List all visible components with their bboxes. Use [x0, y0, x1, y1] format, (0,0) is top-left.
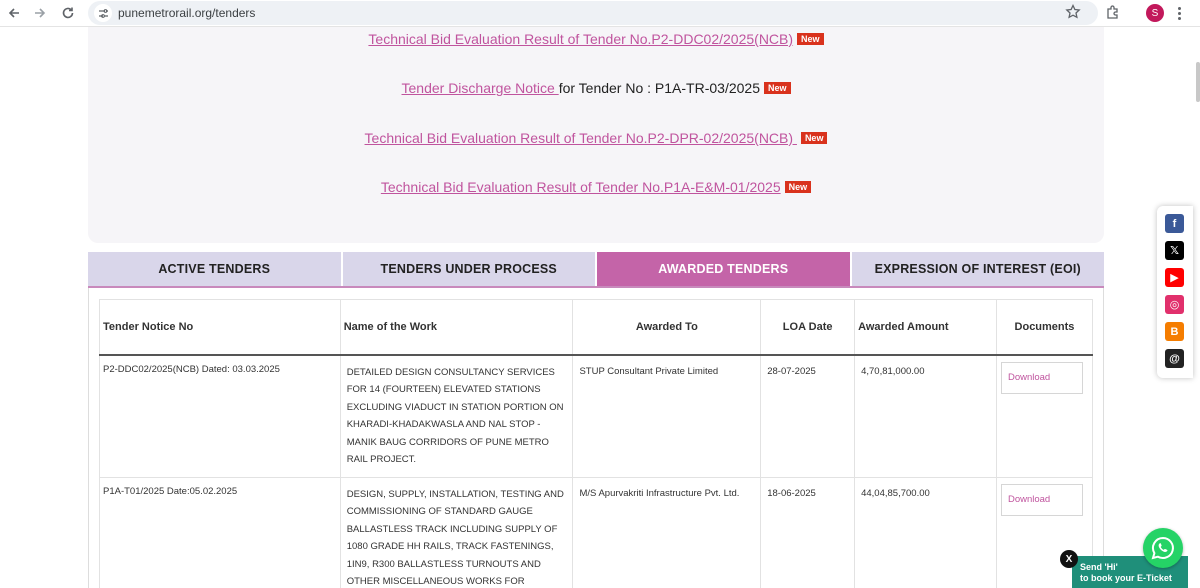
whatsapp-close-button[interactable]: X: [1060, 550, 1078, 568]
awarded-tenders-table: Tender Notice No Name of the Work Awarde…: [99, 299, 1094, 588]
x-twitter-icon[interactable]: 𝕏: [1165, 241, 1184, 260]
new-badge: New: [800, 132, 828, 144]
browser-toolbar: punemetrorail.org/tenders S: [0, 0, 1200, 27]
whatsapp-icon[interactable]: [1143, 528, 1183, 568]
profile-avatar[interactable]: S: [1146, 4, 1164, 22]
youtube-icon[interactable]: ▶: [1165, 268, 1184, 287]
notice-item: Technical Bid Evaluation Result of Tende…: [88, 31, 1104, 47]
notice-link[interactable]: Technical Bid Evaluation Result of Tende…: [381, 179, 781, 195]
download-button[interactable]: Download: [1000, 483, 1083, 516]
header-name-of-work: Name of the Work: [339, 299, 574, 356]
table-row: P2-DDC02/2025(NCB) Dated: 03.03.2025 DET…: [99, 354, 1094, 478]
latest-notices-panel: Technical Bid Evaluation Result of Tende…: [88, 27, 1104, 243]
new-badge: New: [784, 181, 812, 193]
cell-tender-notice: P1A-T01/2025 Date:05.02.2025: [99, 476, 341, 588]
cell-awarded-amount: 44,04,85,700.00: [854, 476, 997, 588]
header-loa-date: LOA Date: [760, 299, 856, 356]
social-share-rail: f 𝕏 ▶ ◎ B @: [1157, 206, 1193, 378]
tab-awarded-tenders[interactable]: AWARDED TENDERS: [597, 252, 852, 286]
forward-arrow-icon[interactable]: [30, 3, 50, 23]
url-text: punemetrorail.org/tenders: [118, 6, 256, 20]
notice-link[interactable]: Tender Discharge Notice: [402, 80, 559, 96]
reload-icon[interactable]: [58, 3, 78, 23]
download-button[interactable]: Download: [1000, 361, 1083, 394]
header-documents: Documents: [995, 299, 1094, 356]
blogger-icon[interactable]: B: [1165, 322, 1184, 341]
tender-tabs: ACTIVE TENDERS TENDERS UNDER PROCESS AWA…: [88, 252, 1104, 288]
back-arrow-icon[interactable]: [4, 3, 24, 23]
tab-expression-of-interest[interactable]: EXPRESSION OF INTEREST (EOI): [851, 252, 1104, 286]
cell-awarded-amount: 4,70,81,000.00: [854, 354, 997, 478]
header-tender-notice-no: Tender Notice No: [99, 299, 341, 356]
notice-item: Tender Discharge Notice for Tender No : …: [88, 80, 1104, 96]
notice-text: for Tender No : P1A-TR-03/2025: [558, 80, 760, 96]
cell-awarded-to: STUP Consultant Private Limited: [572, 354, 762, 478]
new-badge: New: [797, 33, 824, 45]
table-row: P1A-T01/2025 Date:05.02.2025 DESIGN, SUP…: [99, 476, 1094, 588]
page-scrollbar[interactable]: [1196, 62, 1200, 102]
tab-active-tenders[interactable]: ACTIVE TENDERS: [88, 252, 343, 286]
notice-link[interactable]: Technical Bid Evaluation Result of Tende…: [368, 31, 793, 47]
address-bar[interactable]: punemetrorail.org/tenders: [88, 1, 1098, 25]
cell-tender-notice: P2-DDC02/2025(NCB) Dated: 03.03.2025: [99, 354, 341, 478]
new-badge: New: [763, 82, 791, 94]
header-awarded-to: Awarded To: [572, 299, 762, 356]
bookmark-star-icon[interactable]: [1065, 3, 1081, 20]
facebook-icon[interactable]: f: [1165, 214, 1184, 233]
notice-item: Technical Bid Evaluation Result of Tende…: [88, 179, 1104, 195]
cell-documents: Download: [995, 354, 1094, 478]
table-header-row: Tender Notice No Name of the Work Awarde…: [99, 299, 1094, 356]
header-awarded-amount: Awarded Amount: [854, 299, 997, 356]
whatsapp-line-2: to book your E-Ticket: [1080, 573, 1172, 583]
extensions-icon[interactable]: [1104, 4, 1122, 22]
cell-awarded-to: M/S Apurvakriti Infrastructure Pvt. Ltd.: [572, 476, 762, 588]
notice-link[interactable]: Technical Bid Evaluation Result of Tende…: [365, 130, 797, 146]
awarded-tenders-panel: Tender Notice No Name of the Work Awarde…: [88, 288, 1104, 588]
browser-menu-icon[interactable]: [1174, 3, 1184, 23]
cell-loa-date: 18-06-2025: [760, 476, 856, 588]
tab-tenders-under-process[interactable]: TENDERS UNDER PROCESS: [342, 252, 597, 286]
threads-icon[interactable]: @: [1165, 349, 1184, 368]
site-info-icon[interactable]: [94, 4, 112, 22]
cell-work-name: DETAILED DESIGN CONSULTANCY SERVICES FOR…: [339, 354, 574, 478]
instagram-icon[interactable]: ◎: [1165, 295, 1184, 314]
notice-item: Technical Bid Evaluation Result of Tende…: [88, 130, 1104, 146]
cell-loa-date: 28-07-2025: [760, 354, 856, 478]
cell-work-name: DESIGN, SUPPLY, INSTALLATION, TESTING AN…: [339, 476, 574, 588]
